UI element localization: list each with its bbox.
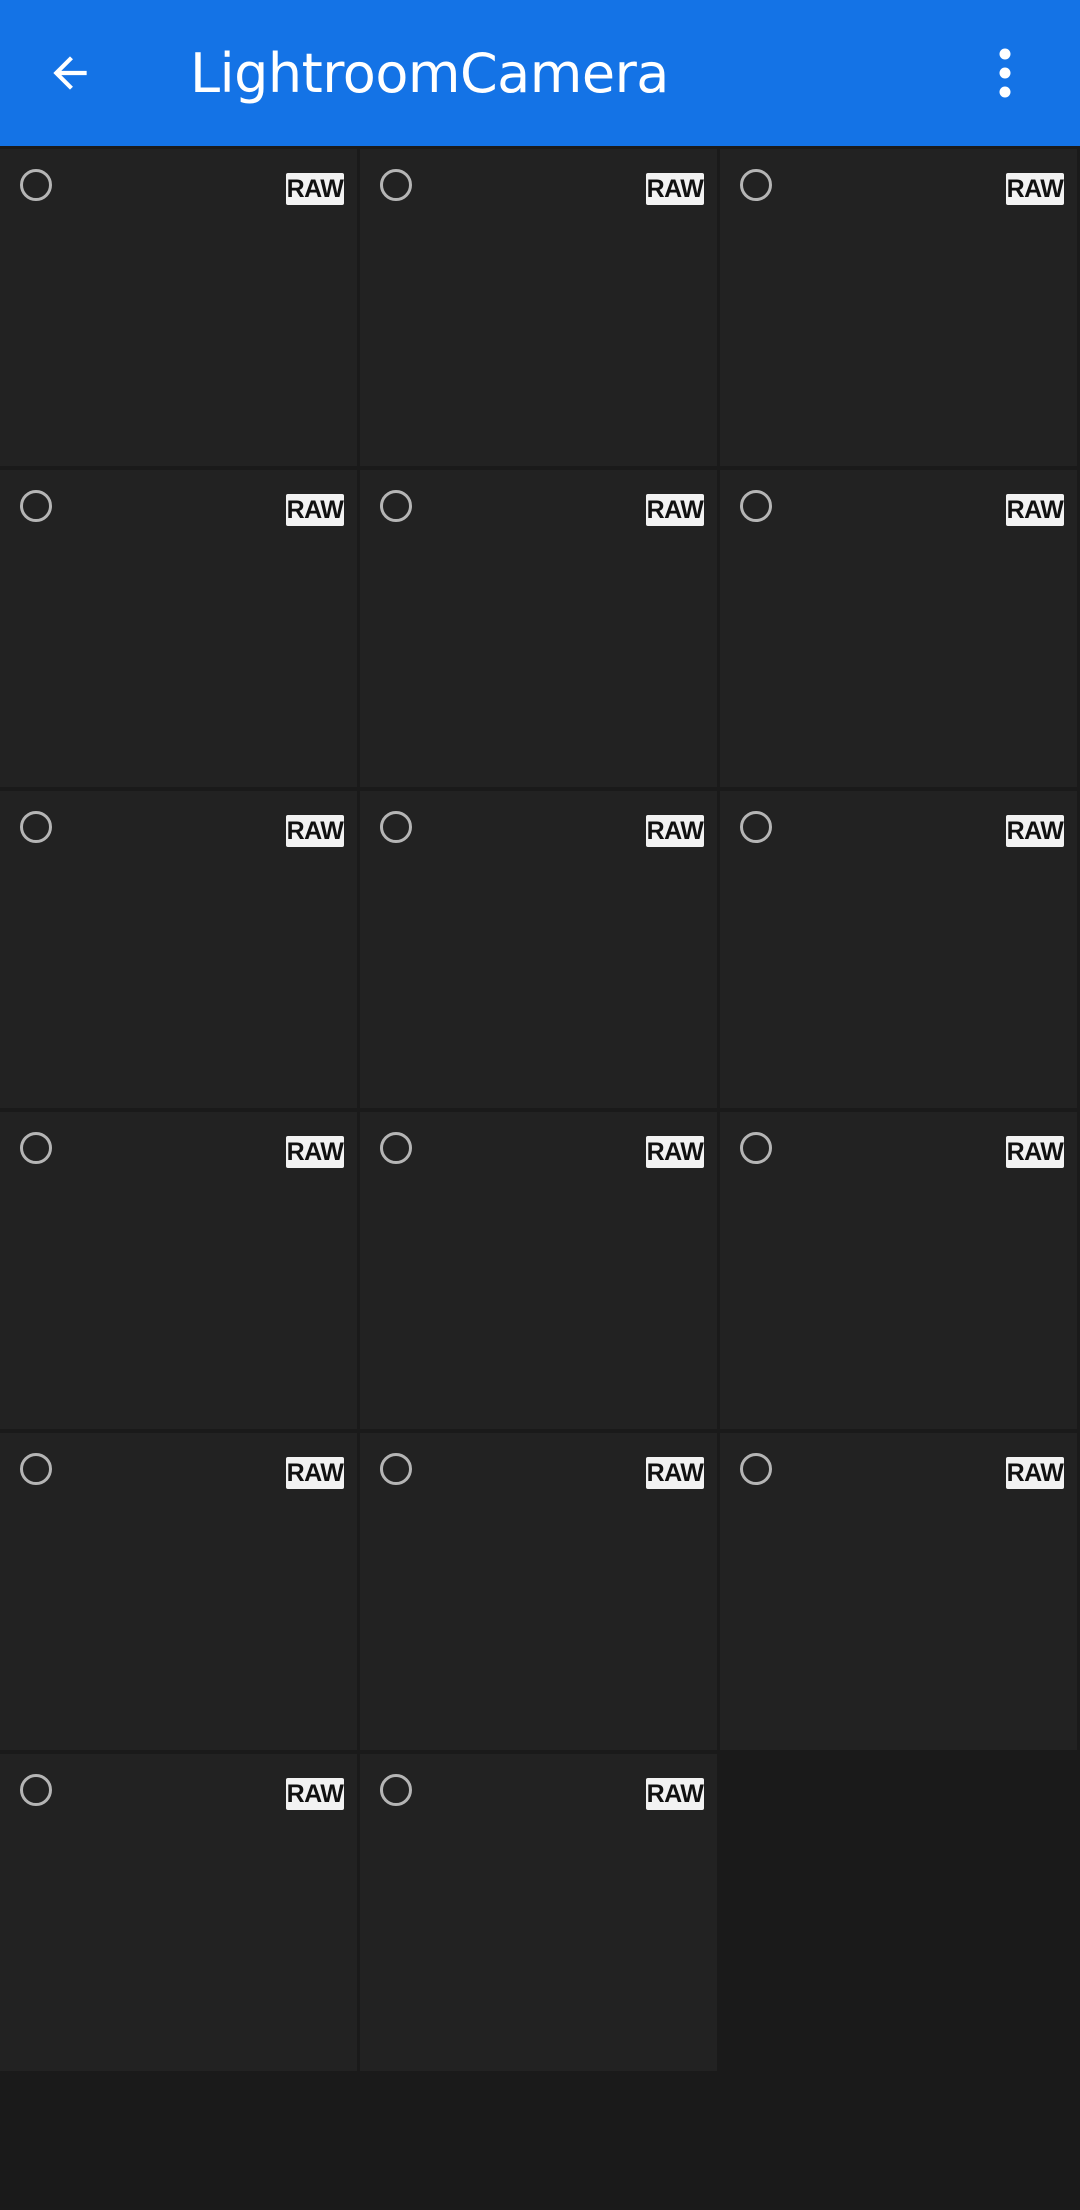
- app-bar: LightroomCamera: [0, 0, 1080, 146]
- select-checkbox[interactable]: [380, 169, 412, 201]
- select-checkbox[interactable]: [20, 169, 52, 201]
- select-checkbox[interactable]: [740, 1132, 772, 1164]
- select-checkbox[interactable]: [380, 1453, 412, 1485]
- select-checkbox[interactable]: [20, 490, 52, 522]
- photo-thumbnail[interactable]: RAW: [720, 470, 1077, 787]
- photo-thumbnail[interactable]: RAW: [0, 470, 357, 787]
- photo-thumbnail[interactable]: RAW: [0, 1433, 357, 1750]
- raw-badge: RAW: [1006, 173, 1064, 205]
- raw-badge: RAW: [1006, 1457, 1064, 1489]
- select-checkbox[interactable]: [380, 490, 412, 522]
- arrow-back-icon: [53, 56, 87, 90]
- photo-thumbnail[interactable]: RAW: [0, 1112, 357, 1429]
- raw-badge: RAW: [286, 815, 344, 847]
- photo-thumbnail[interactable]: RAW: [0, 791, 357, 1108]
- more-vertical-icon: [999, 48, 1011, 98]
- select-checkbox[interactable]: [380, 1132, 412, 1164]
- photo-thumbnail[interactable]: RAW: [360, 1433, 717, 1750]
- more-options-button[interactable]: [970, 38, 1040, 108]
- raw-badge: RAW: [646, 1778, 704, 1810]
- photo-thumbnail[interactable]: RAW: [360, 470, 717, 787]
- photo-thumbnail[interactable]: RAW: [360, 791, 717, 1108]
- raw-badge: RAW: [286, 494, 344, 526]
- photo-thumbnail[interactable]: RAW: [0, 149, 357, 466]
- select-checkbox[interactable]: [380, 1774, 412, 1806]
- photo-thumbnail[interactable]: RAW: [720, 791, 1077, 1108]
- photo-thumbnail[interactable]: RAW: [360, 149, 717, 466]
- raw-badge: RAW: [646, 494, 704, 526]
- select-checkbox[interactable]: [380, 811, 412, 843]
- raw-badge: RAW: [1006, 815, 1064, 847]
- select-checkbox[interactable]: [740, 490, 772, 522]
- select-checkbox[interactable]: [20, 1453, 52, 1485]
- select-checkbox[interactable]: [20, 1132, 52, 1164]
- raw-badge: RAW: [646, 1457, 704, 1489]
- page-title: LightroomCamera: [190, 42, 669, 105]
- raw-badge: RAW: [646, 815, 704, 847]
- raw-badge: RAW: [286, 173, 344, 205]
- photo-thumbnail[interactable]: RAW: [720, 1433, 1077, 1750]
- select-checkbox[interactable]: [740, 811, 772, 843]
- photo-thumbnail[interactable]: RAW: [720, 149, 1077, 466]
- select-checkbox[interactable]: [20, 811, 52, 843]
- select-checkbox[interactable]: [740, 1453, 772, 1485]
- select-checkbox[interactable]: [20, 1774, 52, 1806]
- select-checkbox[interactable]: [740, 169, 772, 201]
- photo-thumbnail[interactable]: RAW: [0, 1754, 357, 2071]
- back-button[interactable]: [35, 38, 105, 108]
- raw-badge: RAW: [286, 1457, 344, 1489]
- raw-badge: RAW: [1006, 1136, 1064, 1168]
- photo-thumbnail[interactable]: RAW: [720, 1112, 1077, 1429]
- photo-thumbnail[interactable]: RAW: [360, 1112, 717, 1429]
- raw-badge: RAW: [646, 173, 704, 205]
- raw-badge: RAW: [646, 1136, 704, 1168]
- raw-badge: RAW: [286, 1136, 344, 1168]
- raw-badge: RAW: [286, 1778, 344, 1810]
- photo-grid: RAW RAW RAW RAW RAW RAW RAW RAW RAW RAW RAW RAW RAW R…: [0, 149, 1080, 2071]
- raw-badge: RAW: [1006, 494, 1064, 526]
- photo-thumbnail[interactable]: RAW: [360, 1754, 717, 2071]
